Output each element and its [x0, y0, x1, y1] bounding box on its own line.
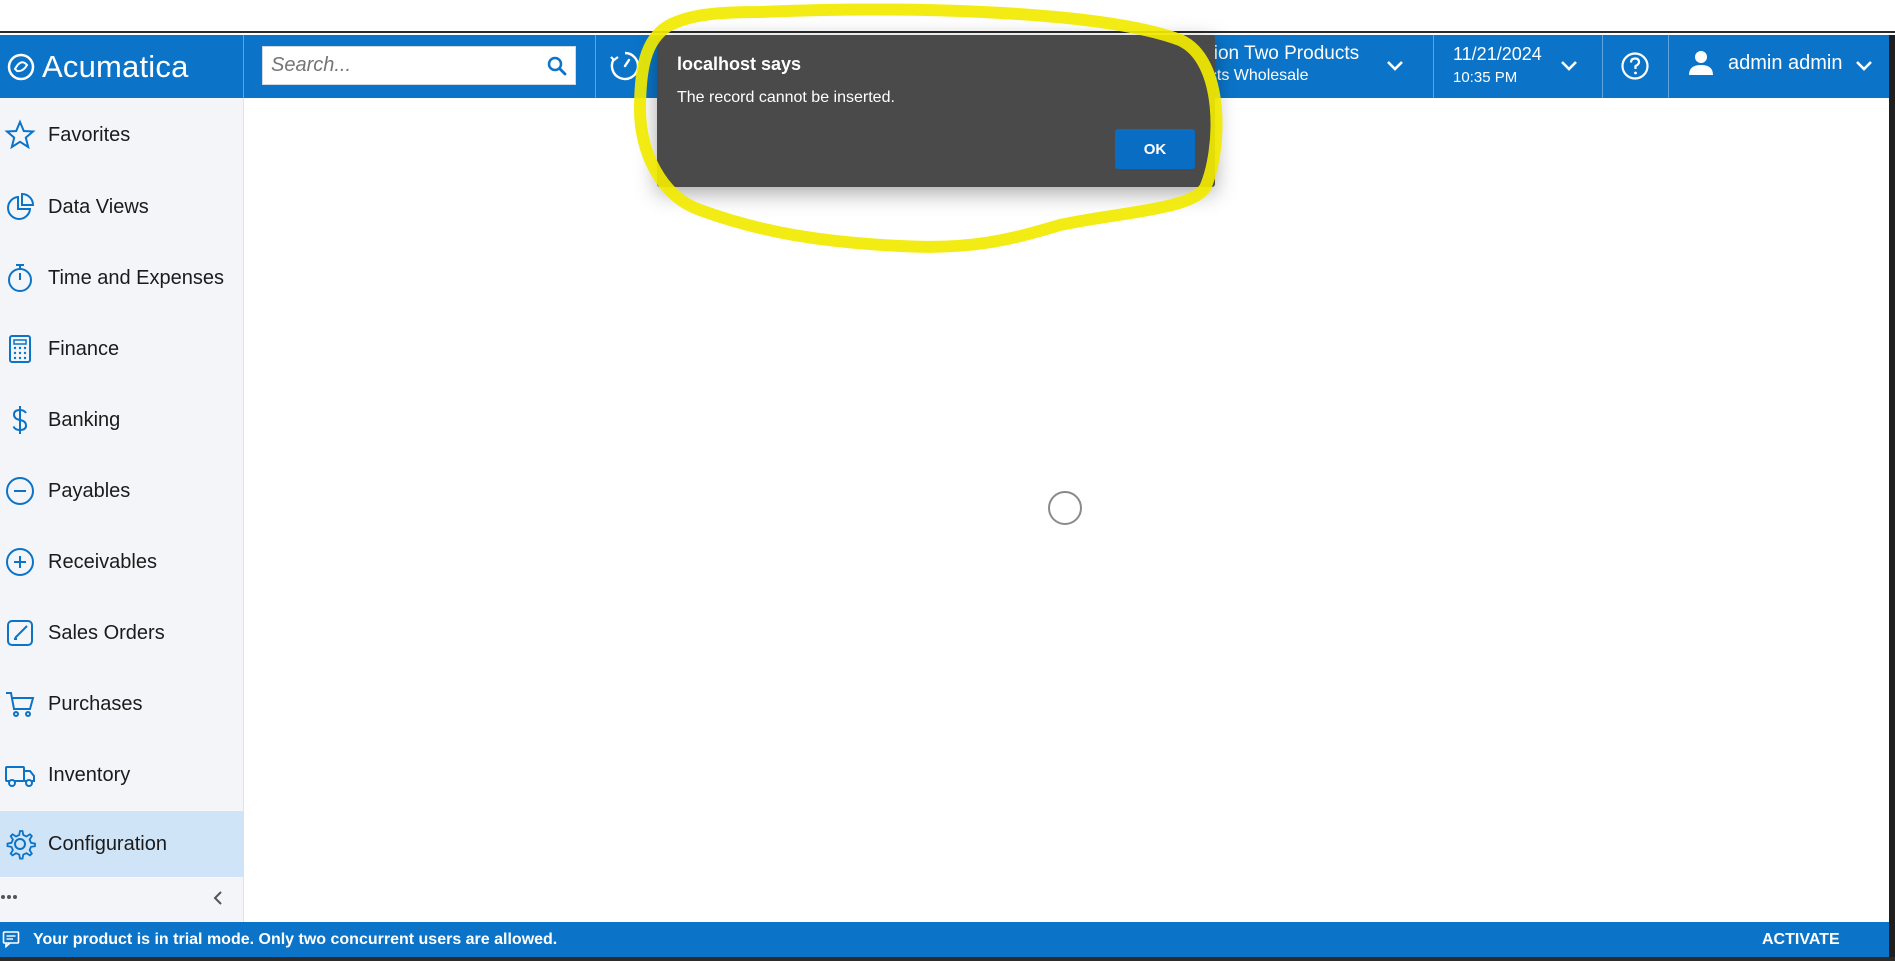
edit-icon: [7, 620, 33, 646]
sidebar-item-label: Data Views: [48, 195, 149, 218]
dollar-icon: [12, 406, 28, 434]
time-value: 10:35 PM: [1453, 69, 1518, 86]
sidebar-item-data-views[interactable]: Data Views: [0, 174, 244, 240]
sidebar-item-label: Receivables: [48, 550, 157, 573]
sidebar-item-label: Purchases: [48, 692, 143, 715]
sidebar-item-label: Inventory: [48, 763, 131, 786]
window-edge: [0, 957, 1895, 961]
date-value: 11/21/2024: [1453, 44, 1542, 64]
sidebar-item-time-and-expenses[interactable]: Time and Expenses: [0, 245, 244, 311]
trial-message: Your product is in trial mode. Only two …: [33, 930, 558, 948]
calculator-icon: [9, 335, 31, 363]
branch-name: ision Two Products: [1200, 43, 1360, 64]
user-icon: [1689, 51, 1713, 75]
more-icon[interactable]: [0, 892, 20, 902]
browser-top-strip: [0, 0, 1895, 33]
ok-button[interactable]: OK: [1115, 129, 1195, 169]
header-divider: [595, 35, 596, 98]
sidebar-item-sales-orders[interactable]: Sales Orders: [0, 600, 244, 666]
app-window: Acumatica ision Two Products ucts Wholes…: [0, 0, 1895, 961]
sidebar-item-banking[interactable]: Banking: [0, 387, 244, 453]
dialog-message: The record cannot be inserted.: [677, 89, 895, 106]
chevron-down-icon[interactable]: [1385, 58, 1405, 74]
acumatica-logo-icon: [7, 53, 35, 80]
plus-circle-icon: [6, 548, 34, 576]
sidebar-item-inventory[interactable]: Inventory: [0, 742, 244, 808]
sidebar-item-label: Time and Expenses: [48, 266, 225, 289]
history-icon[interactable]: [608, 49, 642, 83]
sidebar-item-label: Finance: [48, 337, 120, 360]
search-input[interactable]: [271, 54, 531, 77]
gear-icon: [6, 830, 36, 860]
branch-selector[interactable]: ision Two Products ucts Wholesale: [1200, 43, 1359, 85]
minus-circle-icon: [6, 477, 34, 505]
activate-button[interactable]: ACTIVATE: [1762, 931, 1840, 949]
help-icon[interactable]: [1620, 51, 1650, 81]
trial-status-bar: Your product is in trial mode. Only two …: [0, 922, 1895, 957]
sidebar-item-label: Banking: [48, 408, 121, 431]
sidebar-item-purchases[interactable]: Purchases: [0, 671, 244, 737]
business-date[interactable]: 11/21/2024 10:35 PM: [1453, 44, 1542, 86]
window-edge: [1889, 35, 1895, 957]
cart-icon: [6, 692, 35, 717]
stopwatch-icon: [8, 264, 32, 292]
star-icon: [4, 119, 36, 150]
user-name: admin admin: [1728, 51, 1843, 74]
header-divider: [1602, 35, 1603, 98]
header-divider: [1433, 35, 1434, 98]
sidebar-item-receivables[interactable]: Receivables: [0, 529, 244, 595]
message-icon: [2, 931, 20, 948]
dialog-title: localhost says: [677, 54, 802, 74]
logo-text: Acumatica: [42, 48, 189, 84]
sidebar: Favorites Data Views Time and Expenses F…: [0, 98, 244, 922]
sidebar-item-label: Configuration: [48, 832, 167, 855]
alert-dialog: localhost says The record cannot be inse…: [657, 35, 1215, 187]
header-divider: [1668, 35, 1669, 98]
branch-company: ucts Wholesale: [1200, 67, 1309, 84]
chevron-down-icon[interactable]: [1854, 58, 1874, 74]
sidebar-footer: [0, 878, 244, 918]
sidebar-item-finance[interactable]: Finance: [0, 316, 244, 382]
user-menu[interactable]: admin admin: [1688, 49, 1843, 77]
chevron-down-icon[interactable]: [1559, 58, 1579, 74]
search-box[interactable]: [262, 46, 576, 85]
collapse-sidebar-icon[interactable]: [210, 889, 226, 907]
search-icon[interactable]: [545, 54, 569, 78]
sidebar-item-payables[interactable]: Payables: [0, 458, 244, 524]
sidebar-item-label: Sales Orders: [48, 621, 165, 644]
pie-chart-icon: [7, 192, 35, 220]
sidebar-item-label: Favorites: [48, 123, 131, 146]
truck-icon: [5, 766, 35, 787]
sidebar-item-configuration[interactable]: Configuration: [0, 811, 244, 877]
logo[interactable]: Acumatica: [0, 35, 244, 98]
loading-spinner: [1048, 491, 1082, 525]
sidebar-item-label: Payables: [48, 479, 131, 502]
sidebar-item-favorites[interactable]: Favorites: [0, 102, 244, 168]
